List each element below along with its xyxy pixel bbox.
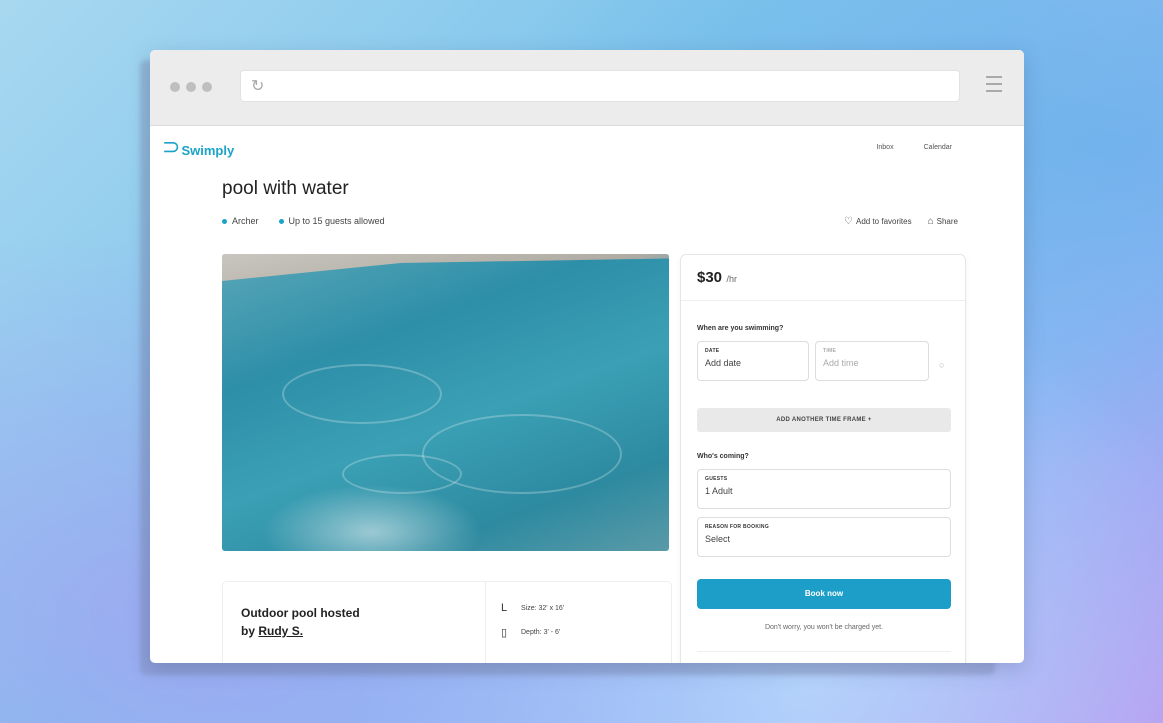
reload-icon[interactable]: ↻ <box>251 76 264 96</box>
add-time-frame-button[interactable]: ADD ANOTHER TIME FRAME + <box>697 408 951 432</box>
time-label: TIME <box>823 348 837 354</box>
divider <box>697 651 951 652</box>
depth-icon: ▯ <box>501 627 508 639</box>
guests-field[interactable]: GUESTS 1 Adult <box>697 469 951 509</box>
ruler-icon: L <box>501 602 508 614</box>
host-name-link[interactable]: Rudy S. <box>258 624 303 638</box>
pool-deck <box>222 254 669 281</box>
nav-item-calendar[interactable]: Calendar <box>924 144 952 151</box>
pool-photo[interactable] <box>222 254 669 551</box>
page-content: ⊃ Swimply Inbox Calendar pool with water… <box>150 126 1024 663</box>
location-bullet-icon <box>222 219 227 225</box>
top-nav: Inbox Calendar <box>876 144 952 151</box>
logo[interactable]: ⊃ Swimply <box>162 134 235 159</box>
pool-size: L Size: 32' x 16' <box>501 602 565 614</box>
date-label: DATE <box>705 348 720 354</box>
window-controls <box>170 82 212 92</box>
window-dot[interactable] <box>186 82 196 92</box>
add-to-favorites-button[interactable]: ♡ Add to favorites <box>844 216 912 227</box>
reason-field[interactable]: REASON FOR BOOKING Select <box>697 517 951 557</box>
guests-label: GUESTS <box>705 476 728 482</box>
book-now-button[interactable]: Book now <box>697 579 951 609</box>
date-value: Add date <box>705 358 742 368</box>
reason-value: Select <box>705 534 731 544</box>
booking-card: $30 /hr When are you swimming? DATE Add … <box>680 254 966 663</box>
charge-note: Don't worry, you won't be charged yet. <box>764 624 884 631</box>
reason-label: REASON FOR BOOKING <box>705 524 770 530</box>
price-row: $30 /hr <box>681 255 965 301</box>
pool-depth: ▯ Depth: 3' - 6' <box>501 627 561 639</box>
location-tag: Archer <box>222 216 259 226</box>
heart-icon: ♡ <box>844 216 853 227</box>
swimmer-logo-icon: ⊃ <box>162 134 181 159</box>
logo-text: Swimply <box>181 143 235 158</box>
nav-item-inbox[interactable]: Inbox <box>876 144 893 151</box>
guests-bullet-icon <box>278 219 284 225</box>
guests-value: 1 Adult <box>705 486 733 496</box>
clock-icon[interactable]: ○ <box>939 360 944 370</box>
host-title: Outdoor pool hosted by Rudy S. <box>241 606 360 638</box>
host-card: Outdoor pool hosted by Rudy S. L Size: 3… <box>222 581 672 663</box>
date-field[interactable]: DATE Add date <box>697 341 809 381</box>
water-ripple <box>282 364 442 424</box>
time-field[interactable]: TIME Add time <box>815 341 929 381</box>
page-title: pool with water <box>222 178 349 199</box>
when-question: When are you swimming? <box>697 325 784 332</box>
browser-toolbar: ↻ <box>150 50 1024 126</box>
guests-tag: Up to 15 guests allowed <box>278 216 385 226</box>
share-button[interactable]: ⌂ Share <box>928 216 958 227</box>
listing-actions: ♡ Add to favorites ⌂ Share <box>844 216 958 227</box>
who-question: Who's coming? <box>697 453 749 460</box>
divider <box>485 582 486 663</box>
window-dot[interactable] <box>170 82 180 92</box>
share-icon: ⌂ <box>927 216 934 227</box>
browser-window: ↻ ⊃ Swimply Inbox Calendar pool with wat… <box>150 50 1024 663</box>
window-dot[interactable] <box>202 82 212 92</box>
address-bar[interactable]: ↻ <box>240 70 960 102</box>
price: $30 <box>697 269 723 286</box>
listing-meta: Archer Up to 15 guests allowed <box>222 216 385 226</box>
time-value: Add time <box>823 358 859 368</box>
hamburger-icon[interactable] <box>986 76 1002 94</box>
pool-steps <box>262 484 482 551</box>
price-unit: /hr <box>726 274 737 284</box>
